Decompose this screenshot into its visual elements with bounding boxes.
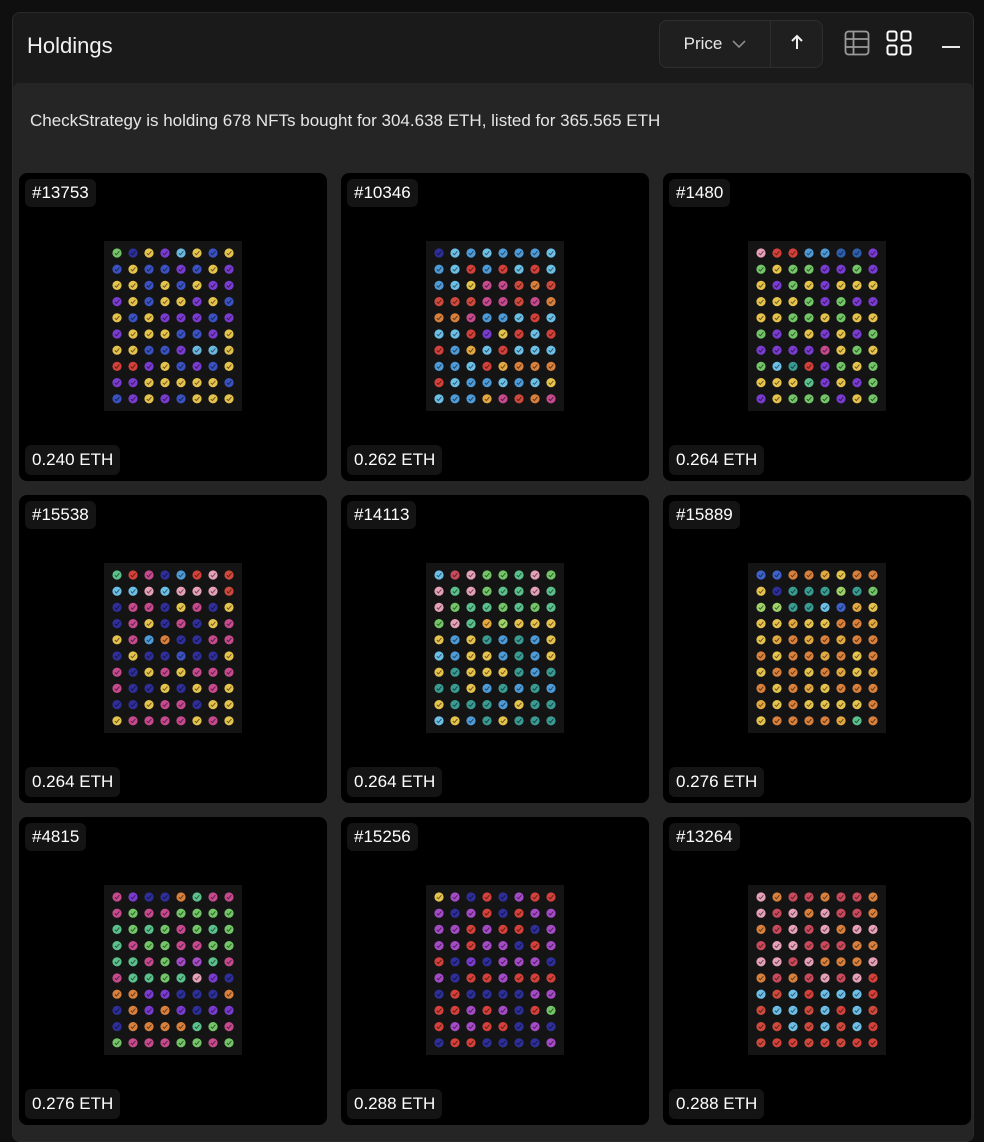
table-grid-icon	[844, 30, 870, 61]
nft-artwork	[426, 563, 564, 733]
sort-direction-button[interactable]	[771, 21, 822, 67]
table-view-button[interactable]	[843, 30, 871, 61]
sort-field-select[interactable]: Price	[660, 21, 771, 67]
nft-card[interactable]: #4815 0.276 ETH	[19, 817, 327, 1125]
collapse-button[interactable]	[937, 31, 965, 59]
nft-card[interactable]: #15538 0.264 ETH	[19, 495, 327, 803]
nft-price: 0.288 ETH	[669, 1089, 765, 1119]
minus-icon	[941, 36, 961, 54]
nft-artwork	[426, 885, 564, 1055]
sort-control: Price	[659, 20, 823, 68]
nft-token-id: #14113	[347, 501, 417, 529]
nft-token-id: #15538	[25, 501, 96, 529]
nft-card[interactable]: #13264 0.288 ETH	[663, 817, 971, 1125]
nft-card[interactable]: #14113 0.264 ETH	[341, 495, 649, 803]
nft-card[interactable]: #15256 0.288 ETH	[341, 817, 649, 1125]
nft-price: 0.264 ETH	[25, 767, 121, 797]
holdings-content: CheckStrategy is holding 678 NFTs bought…	[13, 83, 973, 1141]
arrow-up-icon	[790, 33, 804, 56]
nft-grid: #13753 0.240 ETH #10346 0.262 ETH #1480 0.264…	[19, 173, 971, 1125]
nft-artwork	[104, 563, 242, 733]
holdings-summary: CheckStrategy is holding 678 NFTs bought…	[30, 111, 661, 130]
nft-price: 0.288 ETH	[347, 1089, 443, 1119]
nft-token-id: #13264	[669, 823, 740, 851]
nft-card[interactable]: #10346 0.262 ETH	[341, 173, 649, 481]
nft-card[interactable]: #1480 0.264 ETH	[663, 173, 971, 481]
nft-token-id: #10346	[347, 179, 418, 207]
nft-card[interactable]: #15889 0.276 ETH	[663, 495, 971, 803]
nft-token-id: #15889	[669, 501, 740, 529]
nft-artwork	[104, 241, 242, 411]
nft-price: 0.240 ETH	[25, 445, 121, 475]
nft-artwork	[104, 885, 242, 1055]
nft-price: 0.264 ETH	[347, 767, 443, 797]
nft-artwork	[426, 241, 564, 411]
holdings-panel: Holdings Price CheckStrategy is holding …	[12, 12, 974, 1142]
nft-token-id: #4815	[25, 823, 87, 851]
nft-token-id: #13753	[25, 179, 96, 207]
gallery-grid-icon	[886, 30, 912, 61]
nft-price: 0.276 ETH	[669, 767, 765, 797]
nft-token-id: #15256	[347, 823, 418, 851]
nft-artwork	[748, 563, 886, 733]
nft-card[interactable]: #13753 0.240 ETH	[19, 173, 327, 481]
nft-price: 0.262 ETH	[347, 445, 443, 475]
nft-price: 0.276 ETH	[25, 1089, 121, 1119]
nft-artwork	[748, 885, 886, 1055]
chevron-down-icon	[732, 34, 746, 54]
panel-title: Holdings	[27, 33, 113, 58]
nft-artwork	[748, 241, 886, 411]
gallery-view-button[interactable]	[885, 30, 913, 61]
panel-header: Holdings Price	[13, 13, 973, 79]
nft-price: 0.264 ETH	[669, 445, 765, 475]
sort-field-label: Price	[683, 34, 723, 53]
nft-token-id: #1480	[669, 179, 731, 207]
